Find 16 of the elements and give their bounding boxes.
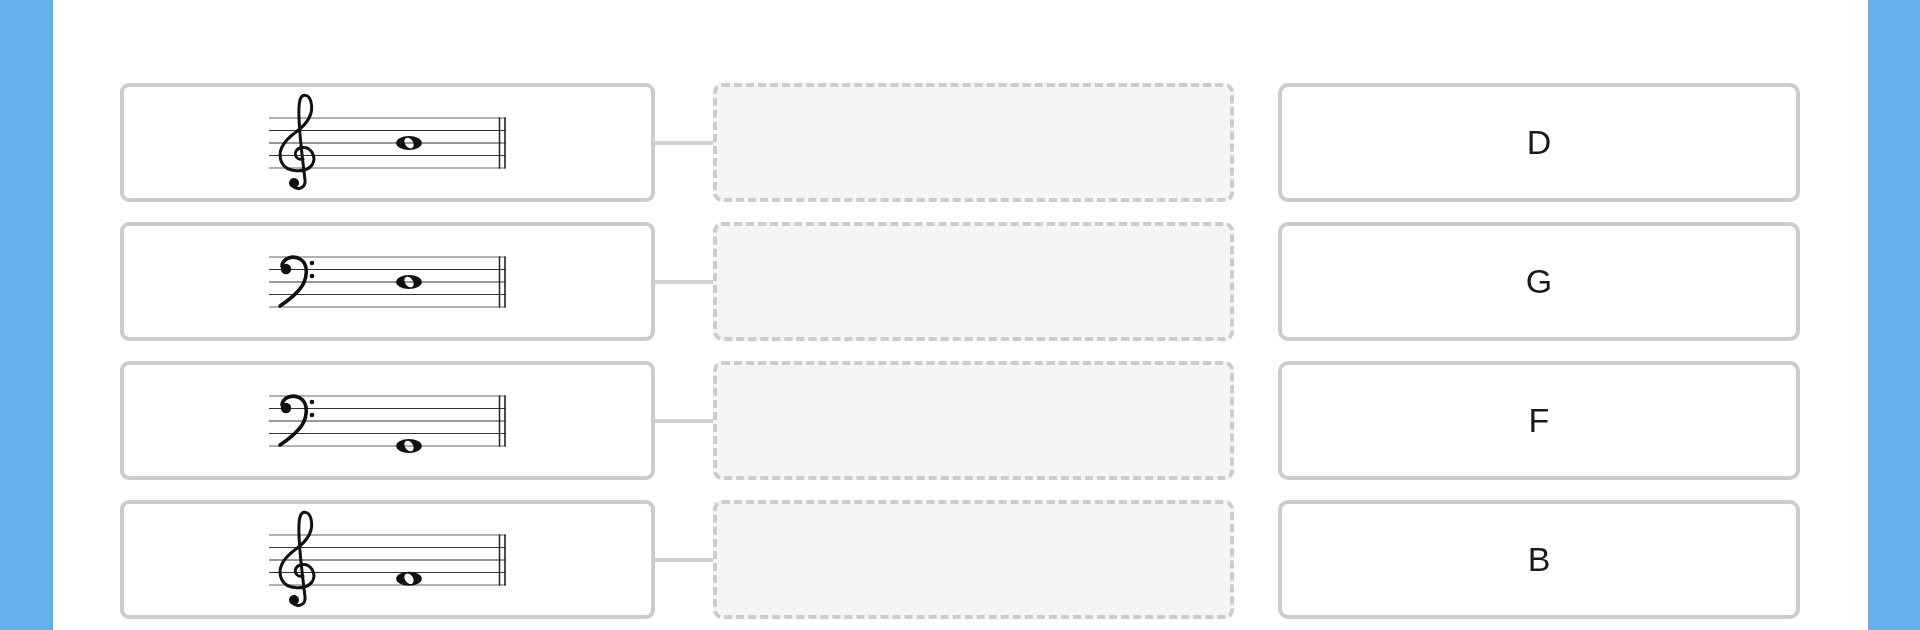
whole-note-icon (395, 135, 422, 150)
drop-zone[interactable] (713, 500, 1234, 619)
whole-note-icon (395, 274, 422, 289)
bass-clef-icon (277, 393, 314, 447)
whole-note-icon (395, 571, 422, 586)
treble-clef-icon (278, 510, 315, 607)
answer-card[interactable]: D (1278, 83, 1800, 202)
drop-zone[interactable] (713, 361, 1234, 480)
bass-clef-icon (277, 254, 314, 308)
treble-clef-icon (278, 93, 315, 190)
drop-zone[interactable] (713, 83, 1234, 202)
answer-card[interactable]: G (1278, 222, 1800, 341)
answer-card[interactable]: F (1278, 361, 1800, 480)
whole-note-icon (395, 438, 422, 453)
answer-card[interactable]: B (1278, 500, 1800, 619)
drop-zone[interactable] (713, 222, 1234, 341)
